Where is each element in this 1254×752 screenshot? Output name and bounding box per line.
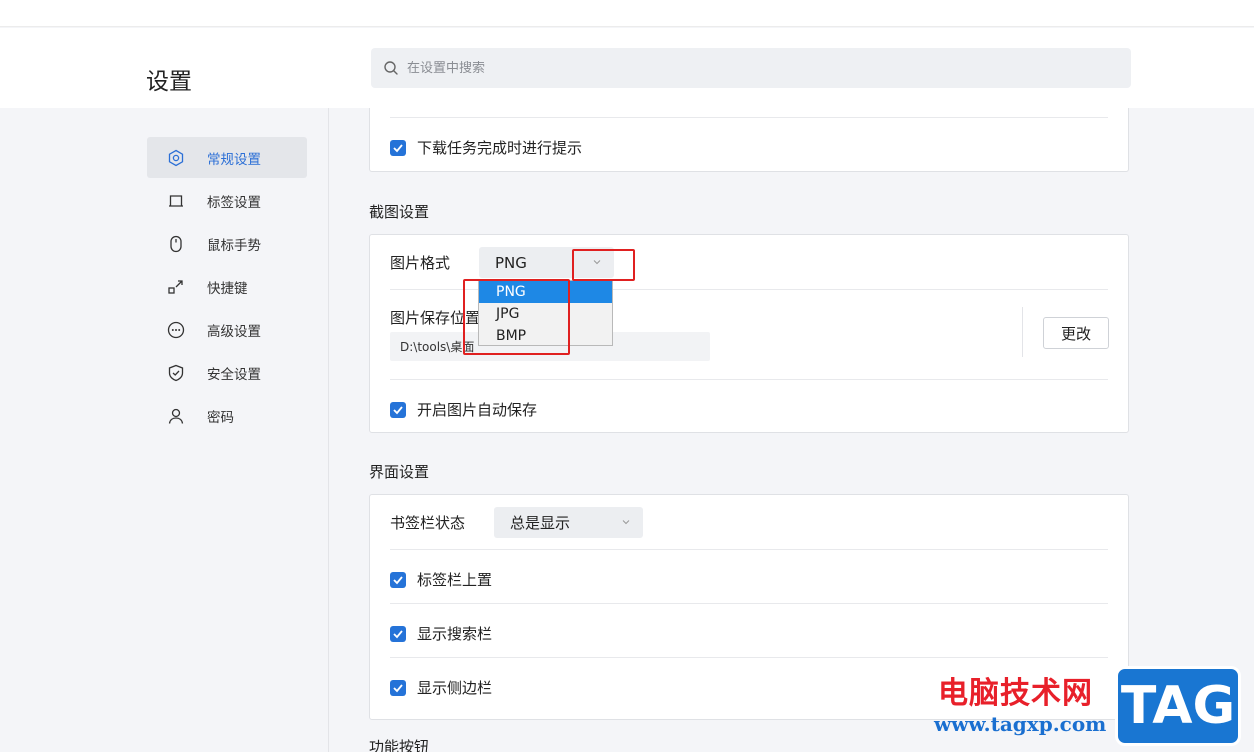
tabbar-top-checkbox[interactable] <box>390 571 406 588</box>
sidebar-item-label: 鼠标手势 <box>207 237 261 254</box>
sidebar-item-password[interactable]: 密码 <box>147 395 307 436</box>
download-card: 下载任务完成时进行提示 <box>369 108 1129 172</box>
auto-save-label: 开启图片自动保存 <box>417 401 538 419</box>
sidebar-item-tabs[interactable]: 标签设置 <box>147 180 307 221</box>
change-path-button[interactable]: 更改 <box>1043 317 1109 349</box>
image-format-label: 图片格式 <box>390 254 451 272</box>
mouse-icon <box>166 234 186 254</box>
download-notify-checkbox[interactable] <box>390 139 406 156</box>
bookmark-bar-value: 总是显示 <box>510 514 571 532</box>
site-watermark: 电脑技术网 www.tagxp.com TAG <box>930 662 1254 752</box>
sidebar-item-advanced[interactable]: 高级设置 <box>147 309 307 350</box>
sidebar-item-label: 常规设置 <box>207 151 261 168</box>
watermark-url: www.tagxp.com <box>934 712 1107 736</box>
sidebar-item-label: 密码 <box>207 409 234 426</box>
sidebar: 常规设置 标签设置 鼠标手势 快捷键 高级设置 安全设置 密码 <box>147 137 307 438</box>
sidebar-item-mouse-gestures[interactable]: 鼠标手势 <box>147 223 307 264</box>
sidebar-item-label: 标签设置 <box>207 194 261 211</box>
chevron-down-icon <box>622 520 630 525</box>
divider <box>390 603 1108 604</box>
search-box[interactable] <box>371 48 1131 88</box>
check-icon <box>393 629 403 638</box>
highlight-box-options <box>463 279 570 355</box>
show-sidebar-label: 显示侧边栏 <box>417 679 493 697</box>
sidebar-item-label: 快捷键 <box>207 280 248 297</box>
shield-icon <box>166 363 186 383</box>
divider <box>390 657 1108 658</box>
tabbar-top-row: 标签栏上置 <box>390 569 1108 590</box>
user-icon <box>166 406 186 426</box>
bookmark-bar-row: 书签栏状态 总是显示 <box>390 507 1108 538</box>
check-icon <box>393 575 403 584</box>
search-icon <box>384 61 398 75</box>
divider <box>390 549 1108 550</box>
auto-save-row: 开启图片自动保存 <box>390 399 1108 420</box>
sidebar-item-label: 安全设置 <box>207 366 261 383</box>
interface-section-title: 界面设置 <box>369 463 430 481</box>
show-search-row: 显示搜索栏 <box>390 623 1108 644</box>
tag-logo: TAG <box>1115 666 1241 746</box>
check-icon <box>393 143 403 152</box>
divider <box>390 117 1108 118</box>
window-top-strip <box>0 0 1254 27</box>
bookmark-bar-select[interactable]: 总是显示 <box>494 507 643 538</box>
show-search-checkbox[interactable] <box>390 625 406 642</box>
more-circle-icon <box>166 320 186 340</box>
check-icon <box>393 405 403 414</box>
tabbar-top-label: 标签栏上置 <box>417 571 493 589</box>
check-icon <box>393 683 403 692</box>
sidebar-item-shortcuts[interactable]: 快捷键 <box>147 266 307 307</box>
divider <box>390 379 1108 380</box>
bookmark-bar-label: 书签栏状态 <box>390 514 466 532</box>
sidebar-item-security[interactable]: 安全设置 <box>147 352 307 393</box>
hexagon-settings-icon <box>166 148 186 168</box>
vertical-divider <box>1022 307 1023 357</box>
show-search-label: 显示搜索栏 <box>417 625 493 643</box>
search-input[interactable] <box>407 60 1107 76</box>
screenshot-section-title: 截图设置 <box>369 203 430 221</box>
highlight-box-arrow <box>572 249 635 281</box>
watermark-site-name: 电脑技术网 <box>938 676 1093 711</box>
shortcut-arrow-icon <box>166 277 186 297</box>
page-title: 设置 <box>146 69 192 95</box>
auto-save-checkbox[interactable] <box>390 401 406 418</box>
settings-header: 设置 <box>0 28 1254 108</box>
image-format-row: 图片格式 PNG <box>390 247 1108 278</box>
tab-icon <box>166 191 186 211</box>
download-notify-row: 下载任务完成时进行提示 <box>390 137 1108 158</box>
image-format-value: PNG <box>495 253 527 272</box>
sidebar-divider <box>328 108 329 752</box>
sidebar-item-label: 高级设置 <box>207 323 261 340</box>
download-notify-label: 下载任务完成时进行提示 <box>417 139 583 157</box>
sidebar-item-general[interactable]: 常规设置 <box>147 137 307 178</box>
show-sidebar-checkbox[interactable] <box>390 679 406 696</box>
function-buttons-section-title: 功能按钮 <box>369 738 430 752</box>
